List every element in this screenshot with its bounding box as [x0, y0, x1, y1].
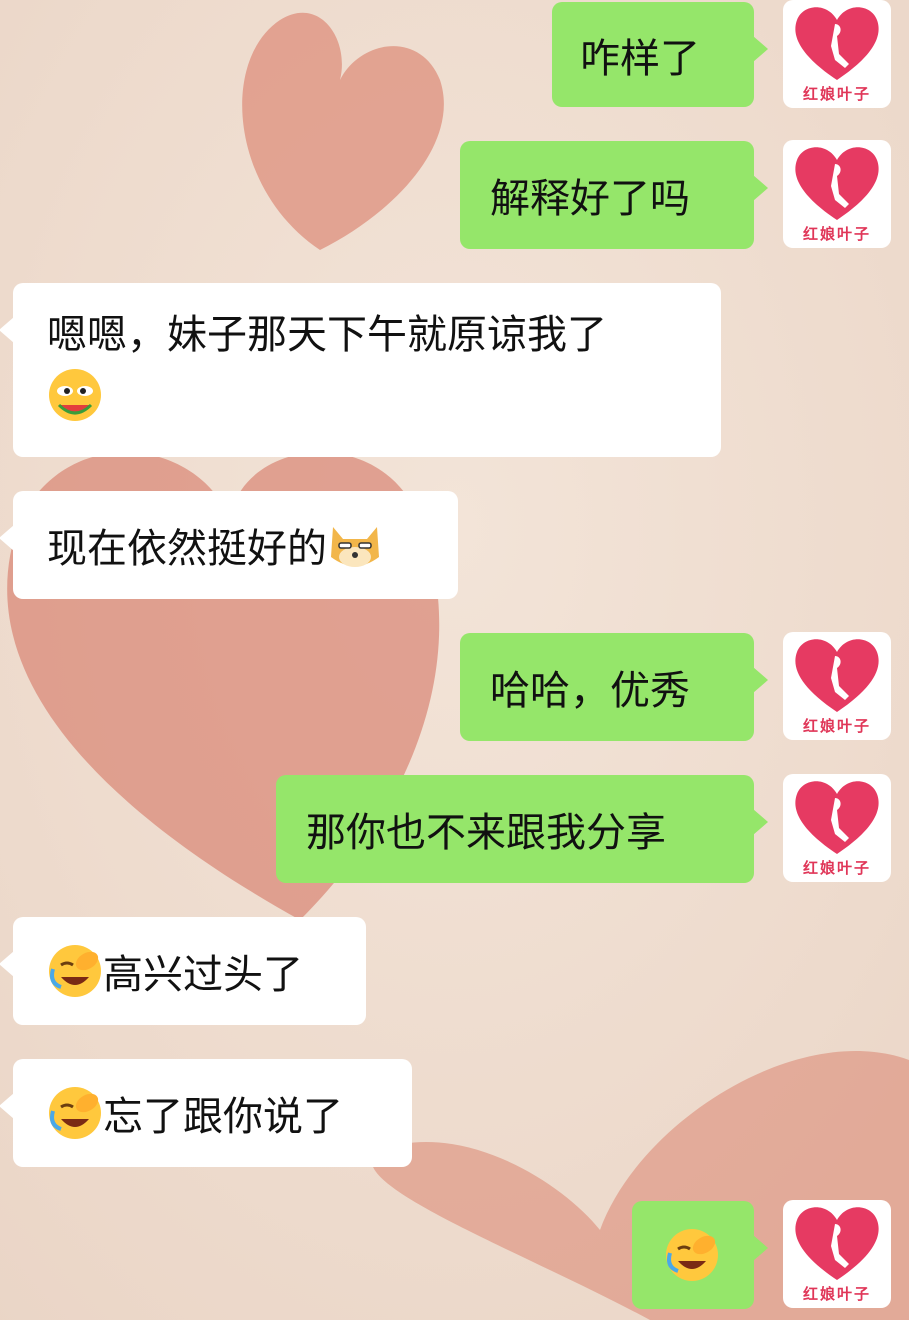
my-avatar[interactable]: 红娘叶子 — [783, 0, 891, 108]
my-message-bubble[interactable] — [632, 1201, 768, 1309]
heart-logo-icon — [795, 7, 879, 80]
message-text: 咋样了 — [580, 35, 700, 82]
my-message-bubble[interactable]: 哈哈，优秀 — [460, 633, 768, 741]
avatar-label: 红娘叶子 — [802, 859, 871, 877]
their-message-bubble[interactable]: 嗯嗯，妹子那天下午就原谅我了 — [0, 283, 721, 457]
heart-logo-icon — [795, 781, 879, 854]
facepalm-laugh-emoji — [49, 945, 101, 997]
my-message-bubble[interactable]: 解释好了吗 — [460, 141, 768, 249]
message-text: 哈哈，优秀 — [490, 668, 690, 714]
their-message-bubble[interactable]: 现在依然挺好的 — [0, 491, 458, 599]
message-text: 嗯嗯，妹子那天下午就原谅我了 — [47, 312, 607, 358]
facepalm-laugh-emoji — [666, 1229, 718, 1281]
message-text: 现在依然挺好的 — [47, 526, 327, 572]
their-message-bubble[interactable]: 忘了跟你说了 — [0, 1059, 412, 1167]
facepalm-laugh-emoji — [49, 1087, 101, 1139]
avatar-label: 红娘叶子 — [802, 85, 871, 103]
message-text: 高兴过头了 — [103, 952, 303, 998]
message-text: 那你也不来跟我分享 — [306, 810, 666, 856]
eating-watermelon-emoji — [49, 369, 101, 421]
message-text: 忘了跟你说了 — [103, 1094, 343, 1140]
my-message-bubble[interactable]: 那你也不来跟我分享 — [276, 775, 768, 883]
my-avatar[interactable]: 红娘叶子 — [783, 1200, 891, 1308]
heart-logo-icon — [795, 1207, 879, 1280]
avatar-label: 红娘叶子 — [802, 1285, 871, 1303]
their-message-bubble[interactable]: 高兴过头了 — [0, 917, 366, 1025]
message-text: 解释好了吗 — [490, 176, 690, 222]
my-avatar[interactable]: 红娘叶子 — [783, 774, 891, 882]
doge-emoji — [331, 527, 379, 567]
avatar-label: 红娘叶子 — [802, 225, 871, 243]
chat-message-list[interactable]: 咋样了 红娘叶子 解释好了吗 红娘叶子 嗯嗯，妹子那天下午就原谅我了 现在依然挺… — [0, 0, 909, 1320]
avatar-label: 红娘叶子 — [802, 717, 871, 735]
my-message-bubble[interactable]: 咋样了 — [552, 2, 768, 107]
my-avatar[interactable]: 红娘叶子 — [783, 140, 891, 248]
heart-logo-icon — [795, 147, 879, 220]
my-avatar[interactable]: 红娘叶子 — [783, 632, 891, 740]
heart-logo-icon — [795, 639, 879, 712]
